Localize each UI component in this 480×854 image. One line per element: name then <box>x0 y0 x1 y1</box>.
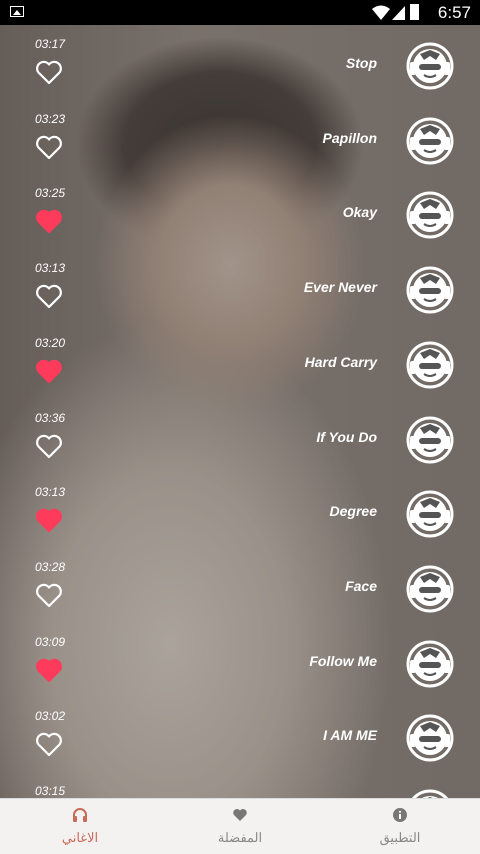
song-duration: 03:25 <box>35 186 66 201</box>
dj-headphones-avatar-icon <box>406 640 454 688</box>
status-bar: 6:57 <box>0 0 480 25</box>
song-title: Stop <box>345 55 377 71</box>
favorite-heart-outline-icon[interactable] <box>35 59 63 85</box>
wifi-icon <box>372 5 390 20</box>
dj-headphones-avatar-icon <box>406 565 454 613</box>
headphones-icon <box>73 808 87 822</box>
song-title: Okay <box>342 204 377 221</box>
dj-headphones-avatar-icon <box>406 266 454 314</box>
song-duration: 03:02 <box>35 709 66 724</box>
song-title: Degree <box>329 503 377 520</box>
favorite-heart-filled-icon[interactable] <box>35 358 63 384</box>
song-duration: 03:15 <box>35 784 66 798</box>
song-row[interactable]: 03:09 Follow Me <box>0 623 480 698</box>
song-duration: 03:28 <box>35 559 66 574</box>
song-row[interactable]: 03:13 Ever Never <box>0 249 480 324</box>
song-row[interactable]: 03:36 If You Do <box>0 399 480 474</box>
battery-icon <box>410 4 419 20</box>
song-row[interactable]: 03:25 Okay <box>0 174 480 249</box>
song-row[interactable]: 03:28 Face <box>0 548 480 623</box>
info-icon <box>393 808 407 822</box>
song-duration: 03:09 <box>35 634 66 649</box>
dj-headphones-avatar-icon <box>406 191 454 239</box>
tab-app-label: التطبيق <box>379 830 421 845</box>
dj-headphones-avatar-icon <box>406 416 454 464</box>
status-icons <box>372 4 422 22</box>
song-row[interactable]: 03:02 I AM ME <box>0 697 480 772</box>
gallery-notification-icon <box>10 6 24 17</box>
song-row[interactable]: 03:17 Stop <box>0 25 480 100</box>
tab-songs[interactable]: الاغاني <box>20 799 140 854</box>
dj-headphones-avatar-icon <box>406 789 454 798</box>
bottom-navigation: الاغاني المفضلة التطبيق <box>0 798 480 854</box>
song-duration: 03:20 <box>35 335 66 350</box>
favorite-heart-outline-icon[interactable] <box>35 731 63 757</box>
song-list[interactable]: 03:17 Stop 03:23 Papillon 03:25 Okay 03:13 E… <box>0 25 480 798</box>
song-title: Face <box>345 577 377 594</box>
favorite-heart-outline-icon[interactable] <box>35 134 63 160</box>
song-title: Papillon <box>322 129 377 146</box>
favorite-heart-filled-icon[interactable] <box>35 208 63 234</box>
tab-favorites[interactable]: المفضلة <box>180 799 300 854</box>
song-title: Ever Never <box>303 279 377 296</box>
dj-headphones-avatar-icon <box>406 341 454 389</box>
dj-headphones-avatar-icon <box>406 714 454 762</box>
tab-favorites-label: المفضلة <box>217 830 263 845</box>
favorite-heart-outline-icon[interactable] <box>35 433 63 459</box>
dj-headphones-avatar-icon <box>406 117 454 165</box>
signal-icon <box>392 6 405 20</box>
song-title: I AM ME <box>323 727 377 744</box>
status-time: 6:57 <box>437 3 471 22</box>
dj-headphones-avatar-icon <box>406 42 454 90</box>
song-duration: 03:17 <box>35 37 66 51</box>
favorite-heart-filled-icon[interactable] <box>35 507 63 533</box>
favorite-heart-outline-icon[interactable] <box>35 582 63 608</box>
heart-icon <box>233 809 247 821</box>
song-duration: 03:13 <box>35 485 66 500</box>
tab-songs-label: الاغاني <box>61 830 99 845</box>
song-row[interactable]: 03:20 Hard Carry <box>0 324 480 399</box>
song-title: Hard Carry <box>304 353 377 370</box>
favorite-heart-outline-icon[interactable] <box>35 283 63 309</box>
song-title: Follow Me <box>309 652 377 669</box>
song-row[interactable]: 03:13 Degree <box>0 473 480 548</box>
dj-headphones-avatar-icon <box>406 490 454 538</box>
favorite-heart-filled-icon[interactable] <box>35 657 63 683</box>
song-row[interactable]: 03:23 Papillon <box>0 100 480 175</box>
song-row[interactable]: 03:15 <box>0 772 480 798</box>
song-duration: 03:23 <box>35 111 66 126</box>
tab-app[interactable]: التطبيق <box>340 799 460 854</box>
song-duration: 03:13 <box>35 261 66 276</box>
song-duration: 03:36 <box>35 410 66 425</box>
song-title: If You Do <box>316 428 377 445</box>
